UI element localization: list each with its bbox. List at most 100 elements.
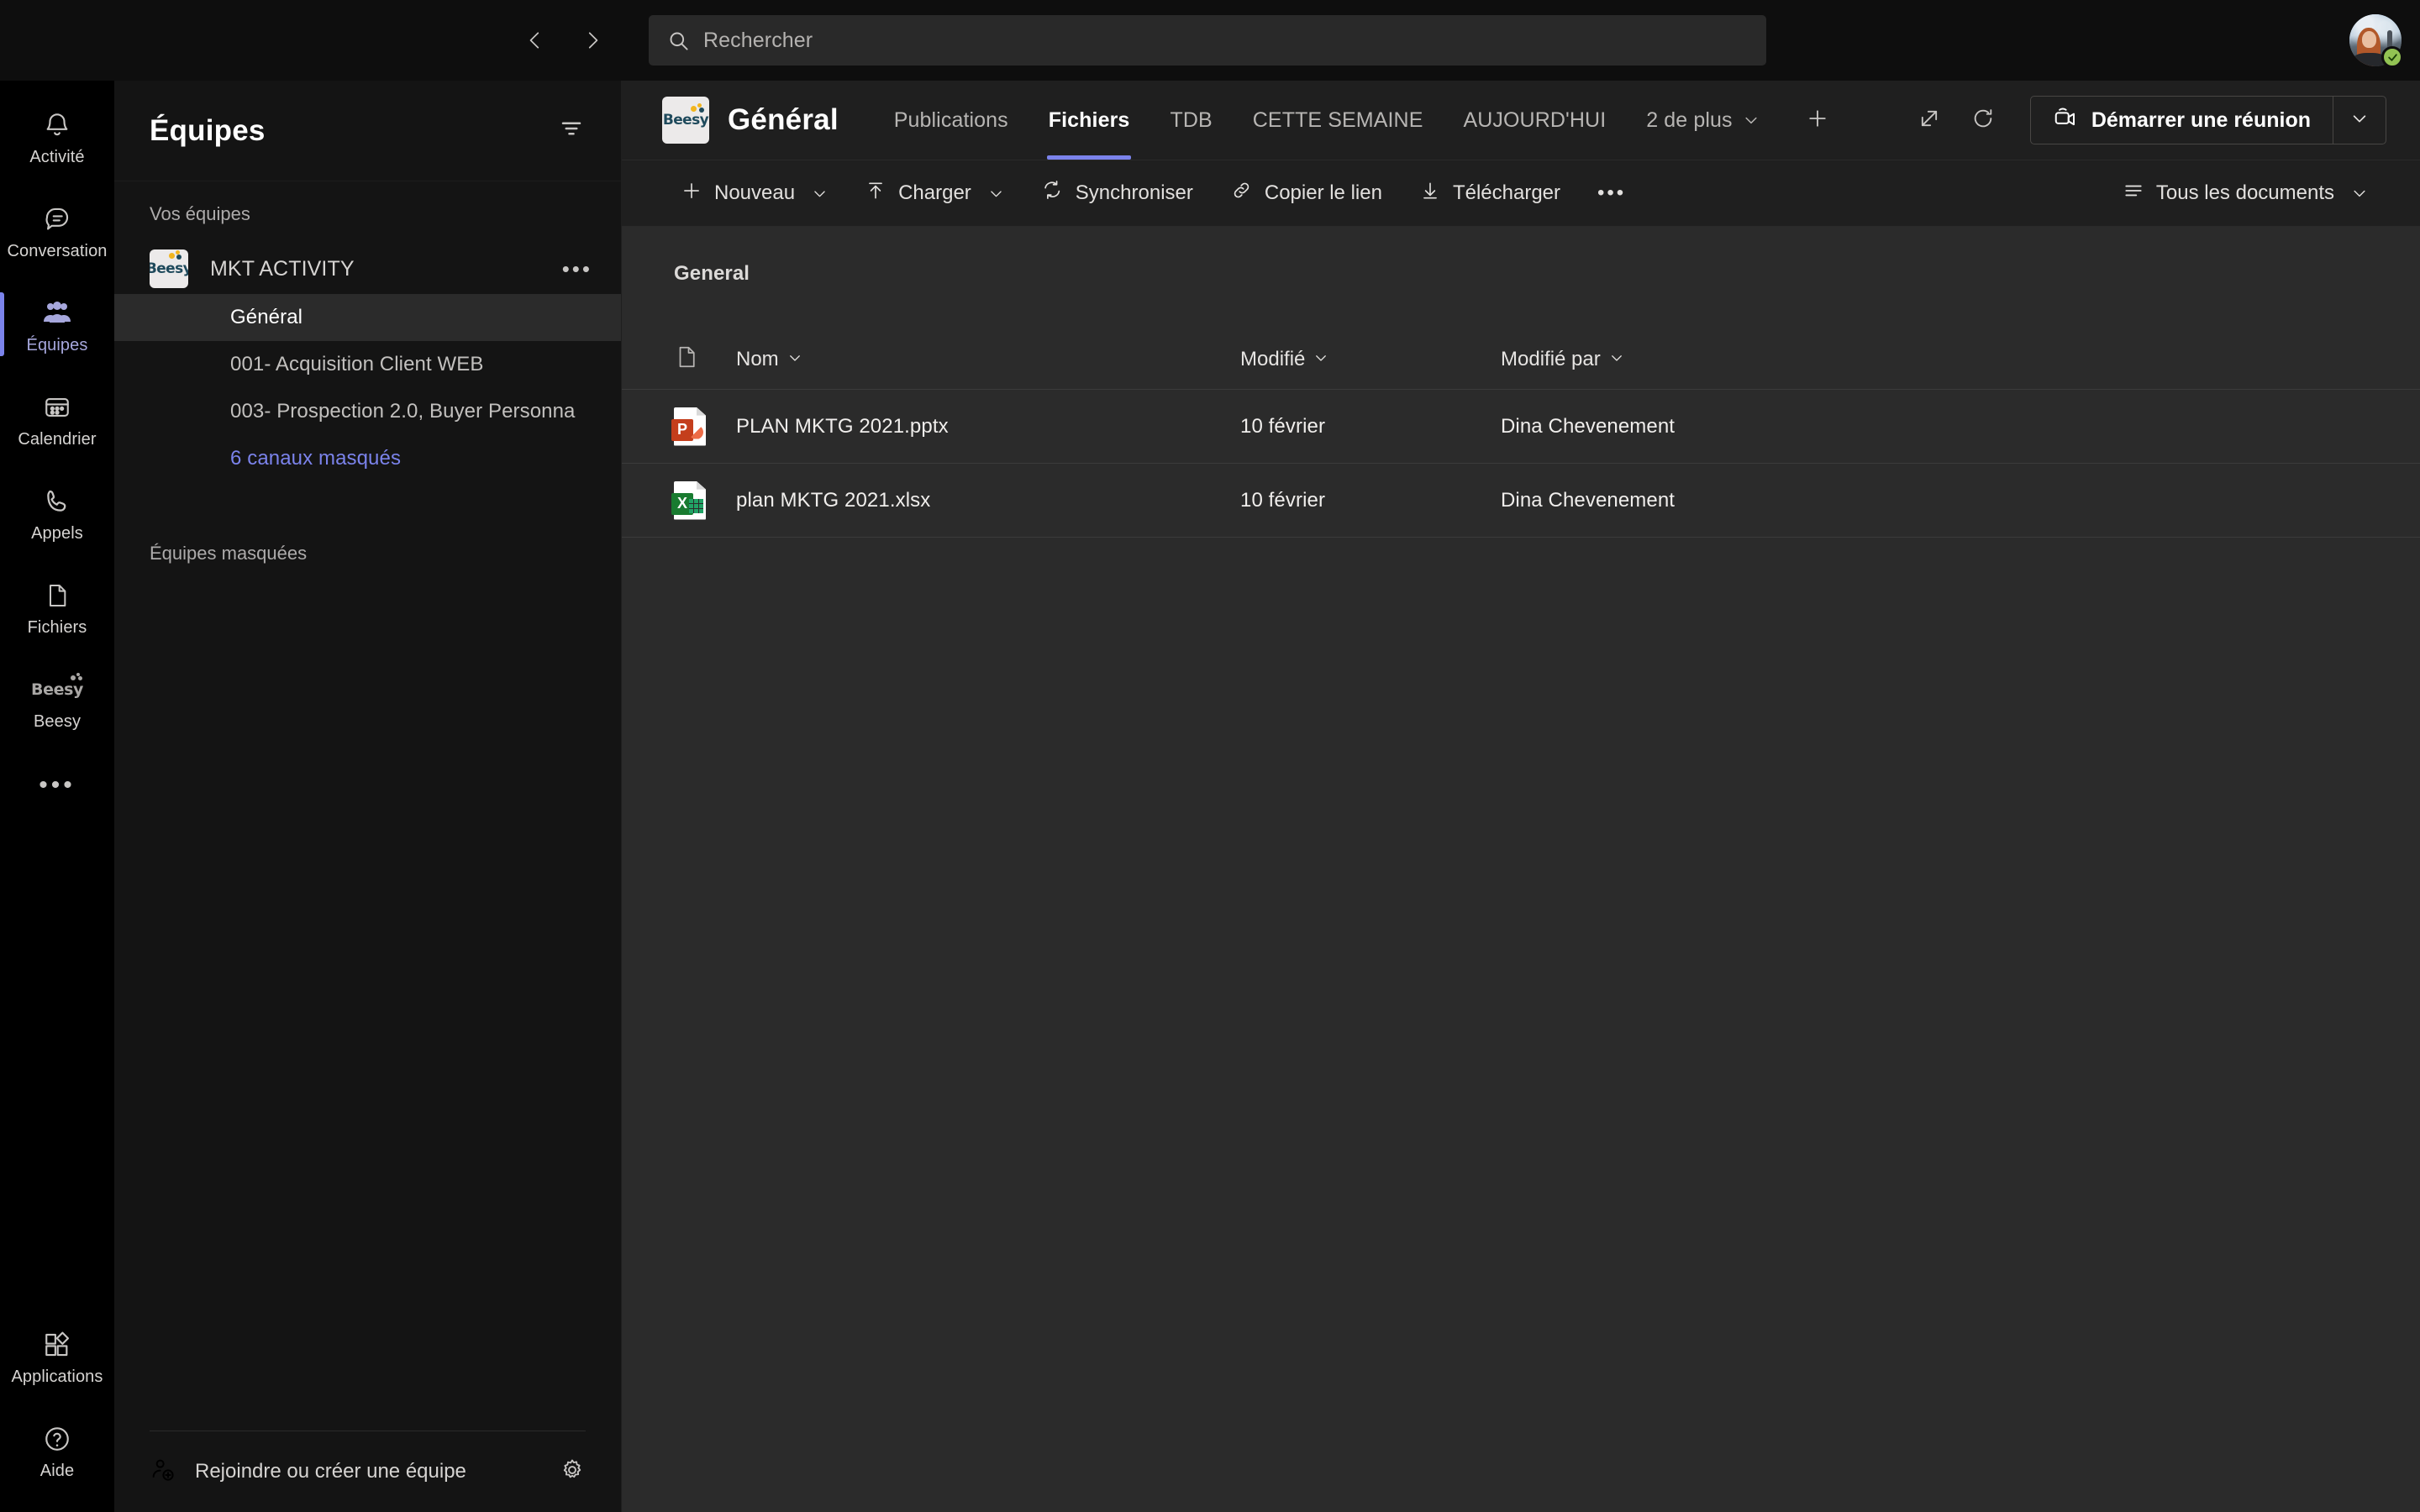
rail-item-beesy[interactable]: Beesy Beesy xyxy=(0,654,114,748)
tab-more-overflow[interactable]: 2 de plus xyxy=(1626,81,1779,160)
help-icon xyxy=(43,1421,71,1457)
files-table: Nom Modifié Modifié par P PLAN MKTG 2021… xyxy=(622,329,2420,538)
rail-item-calendrier[interactable]: Calendrier xyxy=(0,371,114,465)
beesy-logo: Beesy xyxy=(662,112,709,129)
active-indicator xyxy=(0,292,4,356)
chevron-down-icon xyxy=(2350,109,2369,132)
rail-item-fichiers[interactable]: Fichiers xyxy=(0,559,114,654)
rail-bottom-group: Applications Aide xyxy=(0,1309,114,1512)
column-header-modified-by[interactable]: Modifié par xyxy=(1501,348,2368,371)
rail-item-label: Calendrier xyxy=(18,429,97,449)
calendar-icon xyxy=(43,390,71,425)
channel-header: Beesy Général Publications Fichiers TDB … xyxy=(622,81,2420,160)
add-tab-button[interactable] xyxy=(1793,96,1842,144)
join-or-create-team-button[interactable]: Rejoindre ou créer une équipe xyxy=(150,1457,466,1488)
channel-team-avatar: Beesy xyxy=(662,97,709,144)
filter-button[interactable] xyxy=(552,112,591,150)
open-in-new-icon xyxy=(1918,107,1941,134)
refresh-button[interactable] xyxy=(1960,97,2007,144)
upload-button-label: Charger xyxy=(898,181,971,204)
rail-item-applications[interactable]: Applications xyxy=(0,1309,114,1403)
tab-cette-semaine[interactable]: CETTE SEMAINE xyxy=(1233,81,1444,160)
chat-icon xyxy=(43,202,71,237)
upload-button[interactable]: Charger xyxy=(846,170,1023,217)
chevron-right-icon xyxy=(581,29,603,51)
list-icon xyxy=(2123,180,2144,207)
rail-item-label: Beesy xyxy=(33,711,82,731)
file-icon xyxy=(44,578,71,613)
column-header-modified-by-label: Modifié par xyxy=(1501,347,1601,370)
search-input[interactable]: Rechercher xyxy=(649,15,1766,66)
table-row[interactable]: X plan MKTG 2021.xlsx 10 février Dina Ch… xyxy=(622,464,2420,538)
copy-link-button-label: Copier le lien xyxy=(1264,181,1382,204)
apps-icon xyxy=(43,1327,71,1362)
table-row[interactable]: P PLAN MKTG 2021.pptx 10 février Dina Ch… xyxy=(622,390,2420,464)
rail-item-label: Aide xyxy=(39,1461,75,1480)
team-more-button[interactable]: ••• xyxy=(562,256,596,282)
rail-item-label: Applications xyxy=(11,1367,103,1386)
column-header-modified[interactable]: Modifié xyxy=(1240,348,1501,371)
tab-fichiers[interactable]: Fichiers xyxy=(1028,81,1150,160)
channel-item-general[interactable]: Général xyxy=(114,294,621,341)
file-modified-by: Dina Chevenement xyxy=(1501,414,1676,438)
back-button[interactable] xyxy=(519,24,551,56)
file-name: plan MKTG 2021.xlsx xyxy=(736,488,931,512)
view-selector-label: Tous les documents xyxy=(2155,181,2334,204)
teams-sidebar-header: Équipes xyxy=(114,81,621,181)
tab-tdb[interactable]: TDB xyxy=(1150,81,1232,160)
tab-label: 2 de plus xyxy=(1646,108,1733,132)
start-meeting-dropdown[interactable] xyxy=(2333,97,2386,144)
add-people-icon xyxy=(150,1457,176,1488)
rail-item-label: Équipes xyxy=(26,335,88,354)
download-button[interactable]: Télécharger xyxy=(1401,170,1579,217)
sync-icon xyxy=(1041,179,1064,207)
rail-item-aide[interactable]: Aide xyxy=(0,1403,114,1497)
new-button[interactable]: Nouveau xyxy=(662,170,846,217)
page-title: Équipes xyxy=(150,113,266,147)
popout-button[interactable] xyxy=(1906,97,1953,144)
rail-item-appels[interactable]: Appels xyxy=(0,465,114,559)
hidden-channels-link[interactable]: 6 canaux masqués xyxy=(114,435,621,482)
column-header-name[interactable]: Nom xyxy=(736,348,1240,371)
start-meeting-button[interactable]: Démarrer une réunion xyxy=(2031,97,2333,144)
main-content: Beesy Général Publications Fichiers TDB … xyxy=(622,81,2420,1512)
forward-button[interactable] xyxy=(576,24,608,56)
files-command-bar: Nouveau Charger Synchroniser Copier le l… xyxy=(622,160,2420,227)
rail-item-activite[interactable]: Activité xyxy=(0,89,114,183)
tab-publications[interactable]: Publications xyxy=(874,81,1028,160)
left-rail: Activité Conversation Équipes Calendrier… xyxy=(0,81,114,1512)
tab-aujourdhui[interactable]: AUJOURD'HUI xyxy=(1443,81,1626,160)
chevron-down-icon xyxy=(812,186,828,202)
video-camera-icon xyxy=(2053,105,2078,136)
channel-label: 003- Prospection 2.0, Buyer Personna xyxy=(230,400,576,423)
team-item-mkt-activity[interactable]: Beesy MKT ACTIVITY ••• xyxy=(114,244,621,294)
rail-item-equipes[interactable]: Équipes xyxy=(0,277,114,371)
powerpoint-file-icon: P xyxy=(671,407,706,446)
settings-button[interactable] xyxy=(554,1453,591,1490)
tab-label: Fichiers xyxy=(1048,108,1130,132)
download-button-label: Télécharger xyxy=(1452,181,1560,204)
file-modified: 10 février xyxy=(1240,488,1326,512)
breadcrumb[interactable]: General xyxy=(622,227,2420,286)
avatar[interactable] xyxy=(2349,14,2403,68)
sync-button[interactable]: Synchroniser xyxy=(1023,170,1212,217)
tab-label: AUJOURD'HUI xyxy=(1463,108,1607,132)
channel-item-001[interactable]: 001- Acquisition Client WEB xyxy=(114,341,621,388)
channel-item-003[interactable]: 003- Prospection 2.0, Buyer Personna xyxy=(114,388,621,435)
rail-item-conversation[interactable]: Conversation xyxy=(0,183,114,277)
beesy-logo: Beesy xyxy=(150,260,188,277)
hidden-channels-label: 6 canaux masqués xyxy=(230,447,402,470)
more-commands-button[interactable]: ••• xyxy=(1579,170,1644,217)
rail-item-label: Appels xyxy=(31,523,83,543)
navigation-arrows xyxy=(519,24,608,56)
view-selector-button[interactable]: Tous les documents xyxy=(2104,170,2386,217)
rail-more-button[interactable]: ••• xyxy=(0,748,114,823)
teams-sidebar: Équipes Vos équipes Beesy MKT ACTIVITY •… xyxy=(114,81,622,1512)
team-avatar: Beesy xyxy=(150,249,188,288)
column-header-icon[interactable] xyxy=(674,344,736,374)
chevron-down-icon xyxy=(2351,185,2368,202)
more-icon: ••• xyxy=(1597,181,1627,204)
copy-link-button[interactable]: Copier le lien xyxy=(1212,170,1401,217)
download-icon xyxy=(1419,180,1441,207)
new-button-label: Nouveau xyxy=(714,181,796,204)
